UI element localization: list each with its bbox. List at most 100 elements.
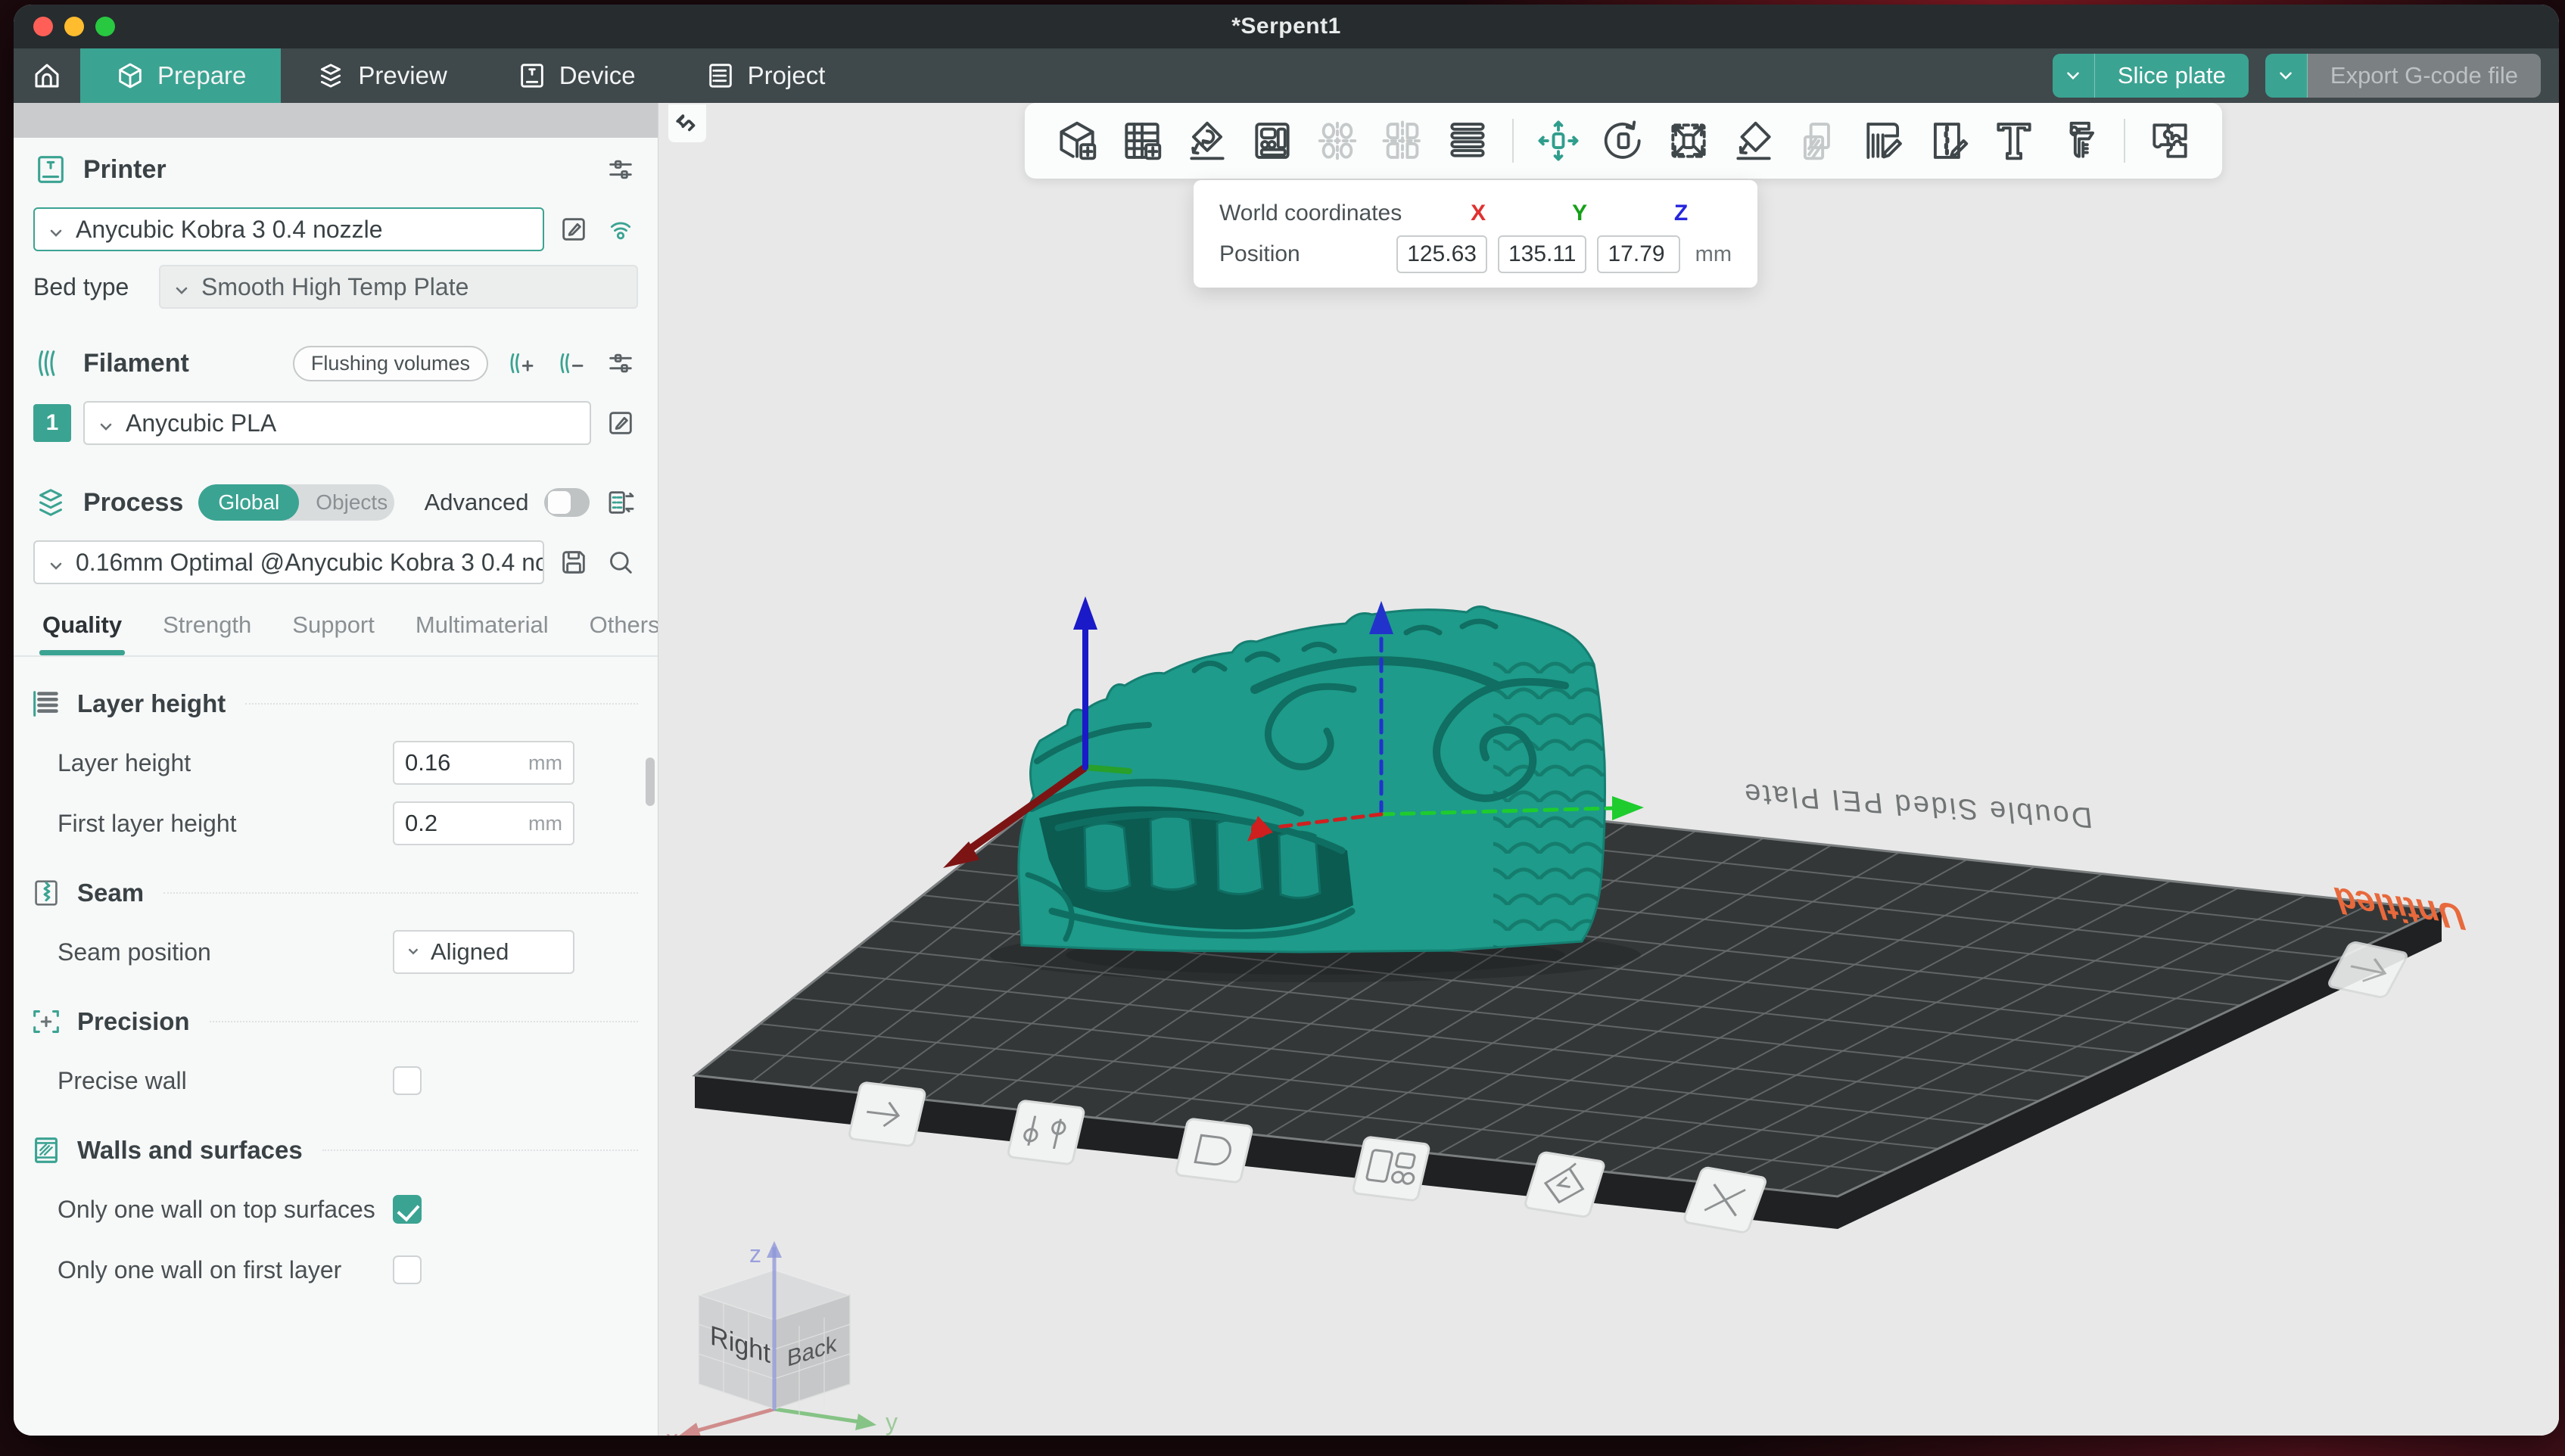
axis-z-header: Z	[1630, 201, 1732, 226]
layer-height-input[interactable]: 0.16 mm	[393, 741, 574, 785]
position-y-input[interactable]: 135.11	[1498, 235, 1587, 273]
save-icon	[559, 547, 589, 577]
layer-height-group-header: Layer height	[14, 683, 658, 725]
advanced-toggle[interactable]	[544, 488, 590, 517]
place-on-face-button[interactable]	[1721, 114, 1786, 168]
precise-wall-checkbox[interactable]	[393, 1066, 422, 1095]
search-settings-button[interactable]	[603, 545, 638, 580]
edit-filament-button[interactable]	[603, 406, 638, 440]
chevron-down-icon	[2063, 66, 2083, 86]
sidebar-scrollbar[interactable]	[646, 758, 655, 806]
model-serpent-head[interactable]	[1019, 607, 1614, 952]
tab-project[interactable]: Project	[671, 48, 861, 103]
first-layer-height-input[interactable]: 0.2 mm	[393, 801, 574, 845]
rotate-tool-button[interactable]	[1591, 114, 1656, 168]
move-tool-button[interactable]	[1526, 114, 1591, 168]
filament-select[interactable]: Anycubic PLA	[83, 401, 591, 445]
filament-settings-button[interactable]	[603, 346, 638, 381]
add-plate-icon	[1119, 117, 1166, 164]
scale-icon	[1665, 117, 1712, 164]
edit-printer-button[interactable]	[556, 212, 591, 247]
only-one-wall-first-layer-checkbox[interactable]	[393, 1255, 422, 1284]
save-preset-button[interactable]	[556, 545, 591, 580]
printer-select[interactable]: Anycubic Kobra 3 0.4 nozzle	[33, 207, 544, 251]
printer-connection-button[interactable]	[603, 212, 638, 247]
add-plate-button[interactable]	[1110, 114, 1175, 168]
compare-presets-button[interactable]	[605, 485, 638, 520]
scene-canvas[interactable]: Double Sided PEI Plate Untitled	[658, 103, 2559, 1436]
tab-prepare[interactable]: Prepare	[80, 48, 281, 103]
process-scope-global[interactable]: Global	[198, 484, 299, 521]
preview-icon	[316, 61, 346, 91]
remove-filament-button[interactable]	[553, 346, 588, 381]
process-preset-select[interactable]: 0.16mm Optimal @Anycubic Kobra 3 0.4 noz…	[33, 540, 544, 584]
zoom-window-button[interactable]	[95, 17, 115, 36]
plate-lock-chip[interactable]	[848, 1082, 926, 1146]
add-object-button[interactable]	[1044, 114, 1110, 168]
slice-plate-button-group: Slice plate	[2053, 54, 2249, 98]
axis-y-header: Y	[1529, 201, 1630, 226]
preset-compare-icon	[606, 487, 637, 518]
puzzle-icon	[2146, 117, 2193, 164]
flushing-volumes-button[interactable]: Flushing volumes	[293, 346, 488, 381]
move-icon	[1535, 117, 1582, 164]
printer-settings-button[interactable]	[603, 152, 638, 187]
split-to-objects-button[interactable]	[1305, 114, 1370, 168]
slice-plate-dropdown[interactable]	[2053, 54, 2095, 98]
only-one-wall-top-row: Only one wall on top surfaces	[14, 1187, 658, 1232]
support-paint-icon	[1860, 117, 1907, 164]
auto-orient-button[interactable]	[1175, 114, 1240, 168]
process-scope-objects[interactable]: Objects	[299, 484, 394, 521]
tab-quality[interactable]: Quality	[42, 607, 122, 655]
position-z-input[interactable]: 17.79	[1597, 235, 1679, 273]
process-scope-toggle[interactable]: Global Objects	[198, 484, 394, 521]
first-layer-height-row: First layer height 0.2 mm	[14, 801, 658, 846]
tab-device[interactable]: Device	[482, 48, 671, 103]
only-one-wall-top-checkbox[interactable]	[393, 1195, 422, 1224]
plate-arrange-chip[interactable]	[1353, 1137, 1430, 1201]
precision-group-header: Precision	[14, 1000, 658, 1043]
export-gcode-button[interactable]: Export G-code file	[2308, 54, 2541, 98]
tab-multimaterial[interactable]: Multimaterial	[416, 607, 549, 655]
seam-position-row: Seam position Aligned	[14, 929, 658, 975]
main-tabbar: Prepare Preview Device Project Slice pla…	[14, 48, 2559, 103]
bed-type-select[interactable]: Smooth High Temp Plate	[159, 265, 638, 309]
chevron-down-icon	[2276, 66, 2296, 86]
chevron-down-icon	[405, 938, 422, 966]
support-paint-button[interactable]	[1851, 114, 1916, 168]
seam-position-select[interactable]: Aligned	[393, 930, 574, 974]
close-window-button[interactable]	[33, 17, 53, 36]
seam-paint-button[interactable]	[1916, 114, 1981, 168]
variable-layer-height-button[interactable]	[1435, 114, 1500, 168]
nav-cube[interactable]: Right Back z x y	[666, 1240, 898, 1436]
home-button[interactable]	[14, 48, 80, 103]
slice-plate-button[interactable]: Slice plate	[2095, 54, 2249, 98]
add-filament-button[interactable]	[503, 346, 538, 381]
add-object-icon	[1054, 117, 1100, 164]
export-gcode-dropdown[interactable]	[2265, 54, 2308, 98]
collapse-sidebar-button[interactable]	[668, 104, 706, 142]
scale-tool-button[interactable]	[1656, 114, 1721, 168]
measure-tool-button[interactable]	[2047, 114, 2112, 168]
arrange-button[interactable]	[1240, 114, 1305, 168]
filament-icon	[33, 346, 68, 381]
filament-section-header: Filament Flushing volumes	[14, 339, 658, 387]
merge-tool-button[interactable]	[1786, 114, 1851, 168]
tab-support[interactable]: Support	[292, 607, 375, 655]
assembly-view-button[interactable]	[2137, 114, 2202, 168]
traffic-lights[interactable]	[33, 17, 115, 36]
measure-icon	[2056, 117, 2103, 164]
plate-settings-chip[interactable]	[1007, 1100, 1085, 1165]
search-icon	[605, 547, 636, 577]
position-x-input[interactable]: 125.63	[1396, 235, 1487, 273]
text-tool-button[interactable]	[1981, 114, 2047, 168]
minimize-window-button[interactable]	[64, 17, 84, 36]
tab-others[interactable]: Others	[590, 607, 658, 655]
filament-slot-badge[interactable]: 1	[33, 404, 71, 442]
tab-preview[interactable]: Preview	[281, 48, 481, 103]
position-unit: mm	[1695, 242, 1732, 267]
viewport-3d[interactable]: Double Sided PEI Plate Untitled	[658, 103, 2559, 1436]
split-to-parts-button[interactable]	[1370, 114, 1435, 168]
tab-strength[interactable]: Strength	[163, 607, 251, 655]
plate-shape-chip[interactable]	[1175, 1118, 1253, 1183]
